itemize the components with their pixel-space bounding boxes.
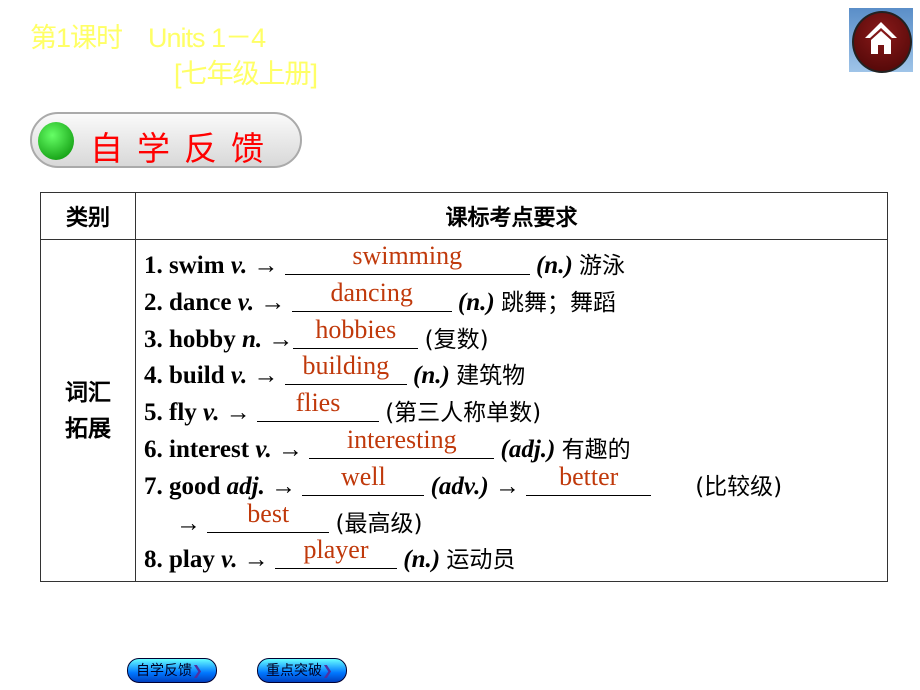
answer-text: dancing — [330, 277, 413, 307]
vocab-table: 类别 课标考点要求 词汇拓展 1. swim v. → swimming (n.)… — [40, 192, 888, 582]
answer-blank: dancing — [291, 278, 452, 312]
answer-text: building — [302, 351, 390, 381]
answer-blank: best — [207, 499, 330, 533]
answer-text: hobbies — [315, 314, 397, 344]
answer-blank: better — [526, 462, 652, 496]
answer-blank: well — [302, 462, 425, 496]
lesson-label: 第1课时 — [30, 23, 123, 53]
answer-text: interesting — [346, 424, 457, 454]
vocab-row: 6. interest v. → interesting (adj.) 有趣的 — [144, 425, 887, 467]
answer-text: flies — [295, 388, 341, 418]
answer-text: swimming — [352, 241, 463, 270]
vocab-row: 2. dance v. → dancing (n.) 跳舞；舞蹈 — [144, 278, 887, 320]
nav-key-points-button[interactable]: 重点突破❯ — [257, 658, 347, 683]
nav-self-study-button[interactable]: 自学反馈❯ — [127, 658, 217, 683]
home-button[interactable] — [849, 8, 913, 73]
answer-blank: flies — [256, 388, 379, 423]
units-label: Units 1－4 — [148, 23, 266, 53]
category-cell: 词汇拓展 — [40, 239, 136, 582]
chinese-meaning: 游泳 — [579, 253, 626, 279]
chinese-meaning: (复数) — [424, 326, 489, 353]
answer-blank: building — [284, 351, 407, 386]
home-icon — [865, 22, 897, 54]
vocab-row: 4. build v. → building (n.) 建筑物 — [144, 351, 887, 393]
vocab-row: 8. play v. → player (n.) 运动员 — [144, 535, 887, 577]
header-requirements: 课标考点要求 — [135, 192, 888, 240]
section-title: 自学反馈 — [90, 129, 278, 168]
answer-text: well — [340, 461, 386, 491]
vocab-row: → best (最高级) — [144, 499, 887, 541]
chinese-meaning: (比较级) — [695, 473, 783, 500]
answer-blank: player — [275, 535, 398, 570]
answer-blank: swimming — [284, 241, 530, 275]
answer-text: player — [303, 535, 369, 565]
lesson-title: 第1课时 Units 1－4 — [30, 16, 266, 55]
answer-blank: hobbies — [293, 315, 419, 349]
grade-label: [七年级上册] — [174, 59, 318, 89]
vocab-row: 3. hobby n. → hobbies (复数) — [144, 315, 887, 357]
chinese-meaning: 跳舞；舞蹈 — [500, 289, 616, 316]
vocab-row: 5. fly v. → flies (第三人称单数) — [144, 388, 887, 430]
vocab-row: 1. swim v. → swimming (n.) 游泳 — [144, 241, 887, 283]
header-category: 类别 — [40, 192, 136, 240]
green-dot-icon — [38, 122, 74, 160]
answer-blank: interesting — [309, 425, 495, 459]
chinese-meaning: 建筑物 — [456, 363, 526, 390]
chinese-meaning: 运动员 — [446, 547, 516, 574]
answer-text: better — [559, 461, 619, 491]
answer-text: best — [247, 498, 290, 528]
section-header: 自学反馈 — [30, 112, 302, 168]
